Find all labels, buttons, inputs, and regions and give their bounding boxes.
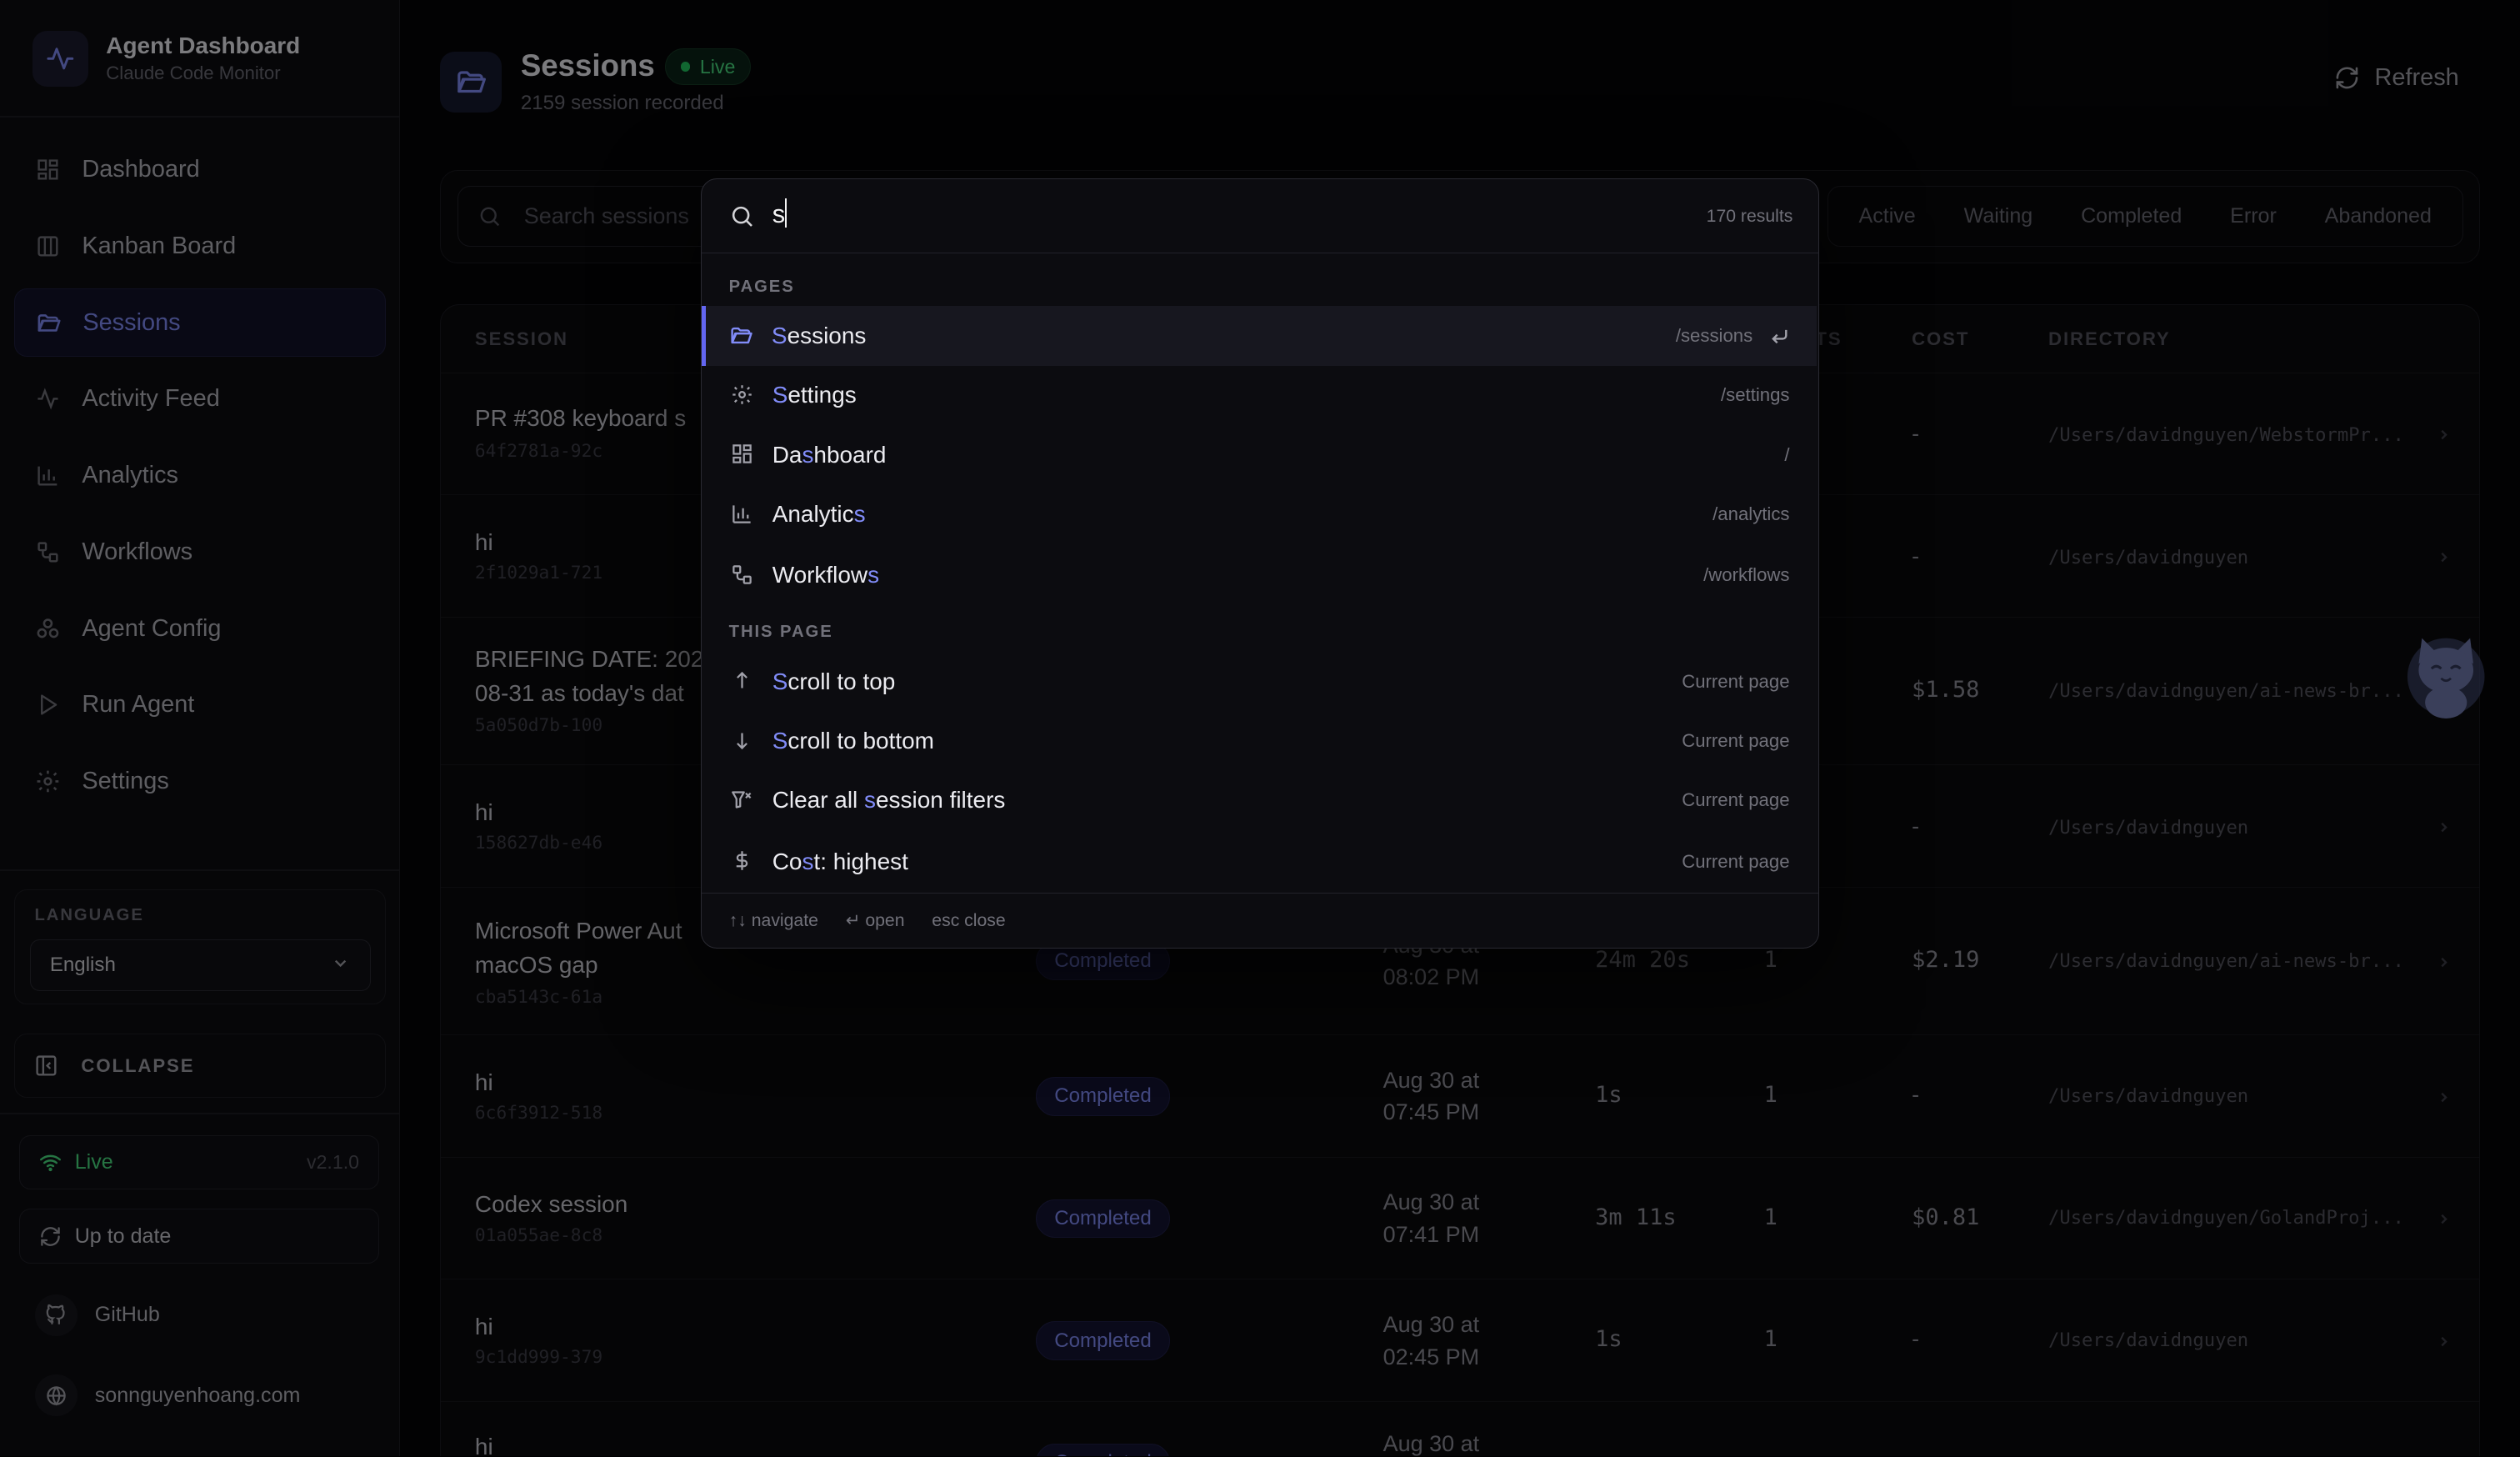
command-palette: s 170 results PAGES Sessions /sessions S… [700, 178, 1820, 949]
hint-open: ↵ open [845, 911, 905, 931]
palette-item-label: Sessions [771, 323, 867, 349]
hint-close: esc close [932, 910, 1006, 930]
palette-item-hint: /sessions [1676, 325, 1790, 347]
palette-item-clear-filters[interactable]: Clear all session filters Current page [702, 771, 1817, 830]
palette-item-label: Workflows [772, 562, 880, 588]
bar-chart-icon [729, 501, 755, 527]
palette-item-hint: Current page [1682, 670, 1790, 692]
search-icon [729, 203, 755, 229]
enter-icon [1770, 327, 1789, 346]
palette-item-hint: Current page [1682, 850, 1790, 872]
palette-item-hint: /workflows [1703, 564, 1790, 586]
result-count: 170 results [1706, 206, 1793, 226]
section-pages: PAGES [728, 277, 795, 296]
palette-footer: ↑↓ navigate ↵ open esc close [701, 893, 1819, 948]
app-root: Agent Dashboard Claude Code Monitor Dash… [0, 0, 2520, 1457]
gear-icon [729, 382, 755, 408]
palette-item-sessions[interactable]: Sessions /sessions [701, 306, 1818, 366]
grid-icon [729, 441, 755, 467]
workflow-icon [729, 562, 755, 588]
section-this-page: THIS PAGE [728, 623, 833, 642]
palette-item-scroll-top[interactable]: Scroll to top Current page [702, 652, 1817, 711]
cat-mascot-icon[interactable] [2406, 628, 2486, 732]
palette-item-workflows[interactable]: Workflows /workflows [702, 546, 1817, 605]
palette-item-hint: /settings [1721, 384, 1790, 406]
text-caret [785, 198, 788, 228]
palette-item-label: Scroll to bottom [772, 728, 934, 754]
palette-item-label: Settings [772, 382, 857, 408]
palette-item-label: Analytics [772, 501, 866, 528]
palette-item-hint: Current page [1682, 730, 1790, 752]
arrow-up-icon [729, 668, 755, 693]
palette-item-label: Dashboard [772, 441, 887, 468]
hint-navigate: ↑↓ navigate [728, 910, 818, 930]
palette-item-analytics[interactable]: Analytics /analytics [702, 484, 1817, 543]
folder-open-icon [728, 323, 754, 348]
palette-item-scroll-bottom[interactable]: Scroll to bottom Current page [702, 711, 1817, 770]
palette-item-cost-highest[interactable]: Cost: highest Current page [702, 832, 1817, 891]
palette-item-hint: /analytics [1712, 503, 1790, 525]
palette-item-settings[interactable]: Settings /settings [702, 366, 1817, 425]
palette-item-hint: / [1784, 443, 1790, 465]
dollar-icon [729, 848, 755, 874]
filter-x-icon [729, 787, 755, 813]
arrow-down-icon [729, 728, 755, 754]
palette-search: s 170 results [701, 179, 1819, 253]
palette-search-input[interactable]: s [772, 198, 788, 229]
palette-query: s [772, 199, 786, 229]
palette-item-hint: Current page [1682, 789, 1790, 811]
palette-item-dashboard[interactable]: Dashboard / [702, 425, 1817, 484]
palette-item-label: Scroll to top [772, 668, 896, 694]
palette-item-label: Clear all session filters [772, 787, 1006, 814]
palette-item-label: Cost: highest [772, 848, 908, 874]
